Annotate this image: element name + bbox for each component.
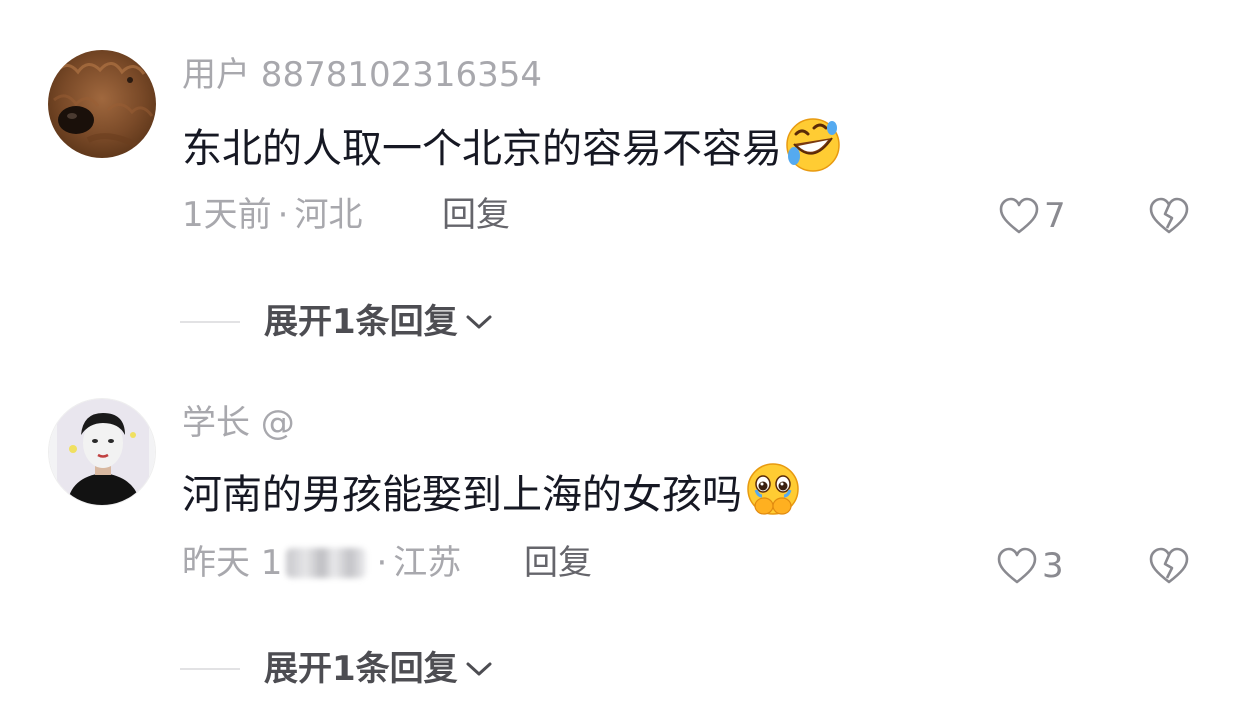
- expand-replies-button[interactable]: 展开1条回复: [180, 305, 494, 339]
- separator: ·: [277, 195, 289, 235]
- comment-text: 河南的男孩能娶到上海的女孩吗: [182, 462, 802, 527]
- blurred-text: [286, 548, 367, 578]
- like-button[interactable]: 3: [996, 546, 1064, 586]
- avatar[interactable]: [48, 50, 156, 158]
- location: 河北: [294, 195, 363, 235]
- heart-icon: [997, 547, 1037, 584]
- username[interactable]: 学长 @: [182, 406, 295, 440]
- like-count: 7: [1044, 196, 1066, 236]
- dislike-button[interactable]: [1148, 546, 1190, 590]
- comment-meta: 昨天 1 · 江苏: [182, 546, 461, 580]
- comment-text-body: 河南的男孩能娶到上海的女孩吗: [182, 471, 742, 518]
- divider-line: [180, 321, 240, 323]
- expand-replies-button[interactable]: 展开1条回复: [180, 652, 494, 686]
- like-button[interactable]: 7: [998, 196, 1066, 236]
- timestamp: 昨天 1: [182, 543, 283, 583]
- comment-text-body: 东北的人取一个北京的容易不容易: [182, 125, 782, 172]
- comment-text: 东北的人取一个北京的容易不容易: [182, 116, 842, 181]
- chevron-down-icon: [466, 315, 492, 329]
- reply-button[interactable]: 回复: [524, 546, 592, 580]
- divider-line: [180, 668, 240, 670]
- timestamp: 1天前: [182, 195, 272, 235]
- dislike-button[interactable]: [1148, 196, 1190, 240]
- chevron-down-icon: [466, 662, 492, 676]
- username[interactable]: 用户 8878102316354: [182, 58, 542, 92]
- expand-replies-label: 展开1条回复: [264, 302, 458, 342]
- avatar[interactable]: [48, 398, 156, 506]
- rolling-laughing-emoji-icon: [784, 116, 842, 181]
- expand-replies-label: 展开1条回复: [264, 649, 458, 689]
- separator: ·: [376, 543, 388, 583]
- comment-meta: 1天前 · 河北: [182, 198, 362, 232]
- person-avatar-image: [49, 399, 155, 505]
- broken-heart-icon: [1149, 197, 1189, 234]
- dog-avatar-image: [48, 50, 156, 158]
- like-count: 3: [1042, 546, 1064, 586]
- location: 江苏: [393, 543, 462, 583]
- pleading-face-emoji-icon: [744, 462, 802, 527]
- heart-icon: [999, 197, 1039, 234]
- reply-button[interactable]: 回复: [442, 198, 510, 232]
- broken-heart-icon: [1149, 547, 1189, 584]
